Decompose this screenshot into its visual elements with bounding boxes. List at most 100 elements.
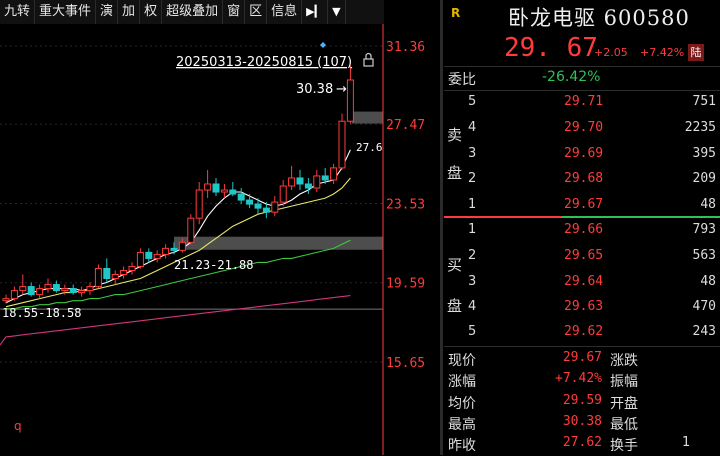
quote-label: 开盘 (610, 396, 638, 412)
candle-body (296, 177, 304, 185)
candle-body (86, 286, 94, 292)
weibi-value: -26.42% (542, 69, 601, 85)
date-range-label[interactable]: 20250313-20250815 (107) (176, 55, 352, 70)
sell-level-4[interactable]: 4 29.70 2235 (444, 120, 720, 142)
y-tick-label: 27.47 (386, 118, 425, 133)
candle-body (271, 201, 279, 213)
quote-value: 1 (682, 435, 691, 450)
buy-level-5[interactable]: 5 29.62 243 (444, 324, 720, 346)
order-volume: 563 (692, 248, 716, 263)
candle-body (27, 286, 35, 296)
level-number: 4 (468, 120, 477, 135)
quote-label: 最低 (610, 417, 638, 433)
order-volume: 48 (700, 197, 716, 212)
toolbar-add-button[interactable]: 加 (118, 0, 141, 24)
low-zone-label: 18.55-18.58 (2, 306, 81, 320)
order-price: 29.71 (564, 94, 604, 109)
next-icon[interactable]: ▶▎ (302, 0, 329, 24)
quote-label: 最高 (448, 417, 476, 433)
quote-label: 涨跌 (610, 353, 638, 369)
order-price: 29.67 (564, 197, 604, 212)
level-number: 1 (468, 222, 477, 237)
order-price: 29.63 (564, 299, 604, 314)
candle-body (52, 284, 60, 292)
quote-value: 30.38 (562, 414, 602, 429)
candle-body (69, 288, 77, 294)
buy-level-4[interactable]: 4 29.63 470 (444, 299, 720, 321)
candle-body (103, 267, 111, 280)
candle-body (304, 183, 312, 189)
toolbar-adjust-button[interactable]: 权 (140, 0, 163, 24)
dropdown-icon[interactable]: ▼ (328, 0, 346, 24)
candle-body (279, 185, 287, 203)
resistance-zone (352, 111, 383, 124)
candle-body (262, 207, 270, 213)
toolbar-jiuzhuan-button[interactable]: 九转 (0, 0, 36, 24)
y-tick-label: 19.59 (386, 277, 425, 292)
weibi-label: 委比 (448, 72, 476, 88)
candle-body (36, 288, 44, 296)
stock-name: 卧龙电驱 600580 (508, 6, 690, 30)
buy-level-3[interactable]: 3 29.64 48 (444, 274, 720, 296)
candlestick-chart[interactable]: 31.36 27.47 23.53 19.59 15.65 20250313-20250… (0, 24, 440, 455)
candle-body (120, 269, 128, 276)
market-badge[interactable]: 陆 (688, 44, 704, 61)
y-tick-label: 15.65 (386, 356, 425, 371)
y-tick-label: 23.53 (386, 197, 425, 212)
quote-row-high: 最高 30.38 最低 (444, 414, 720, 435)
candle-body (44, 284, 52, 290)
right-zone-label: 27.6 (356, 141, 383, 154)
support-zone (174, 236, 383, 250)
order-price: 29.70 (564, 120, 604, 135)
order-price: 29.64 (564, 274, 604, 289)
candle-body (19, 286, 27, 292)
order-volume: 395 (692, 146, 716, 161)
candle-body (136, 251, 144, 267)
divider (444, 346, 720, 347)
chart-toolbar: 九转 重大事件 演 加 权 超级叠加 窗 区 信息 ▶▎ ▼ (0, 0, 384, 24)
price-change-percent: +7.42% (640, 46, 685, 59)
quote-label: 振幅 (610, 374, 638, 390)
divider (444, 66, 720, 67)
candle-body (162, 247, 170, 255)
candle-body (187, 217, 195, 243)
lock-icon[interactable] (363, 52, 374, 67)
quote-value: 29.67 (562, 350, 602, 365)
ma-line-ma5 (5, 149, 351, 304)
divider (444, 90, 720, 91)
candle-body (346, 79, 354, 122)
toolbar-replay-button[interactable]: 演 (96, 0, 119, 24)
level-number: 5 (468, 94, 477, 109)
toolbar-super-overlay-button[interactable]: 超级叠加 (162, 0, 224, 24)
candle-body (178, 241, 186, 251)
sell-level-5[interactable]: 5 29.71 751 (444, 94, 720, 116)
toolbar-major-events-button[interactable]: 重大事件 (35, 0, 97, 24)
toolbar-window-button[interactable]: 窗 (223, 0, 246, 24)
order-price: 29.69 (564, 146, 604, 161)
sell-level-3[interactable]: 3 29.69 395 (444, 146, 720, 168)
candle-body (145, 251, 153, 259)
panel-divider (440, 0, 443, 455)
high-price-label: 30.38 (296, 82, 333, 97)
current-price: 29. 67 (504, 33, 598, 63)
toolbar-range-button[interactable]: 区 (245, 0, 268, 24)
candle-body (338, 120, 346, 169)
sell-level-2[interactable]: 2 29.68 209 (444, 171, 720, 193)
order-volume: 243 (692, 324, 716, 339)
level-number: 3 (468, 274, 477, 289)
buy-level-1[interactable]: 1 29.66 793 (444, 222, 720, 244)
level-number: 2 (468, 248, 477, 263)
candle-body (111, 274, 119, 280)
quote-label: 昨收 (448, 438, 476, 454)
candle-body (170, 247, 178, 251)
candle-body (321, 175, 329, 181)
toolbar-info-button[interactable]: 信息 (267, 0, 303, 24)
stock-header: R 卧龙电驱 600580 29. 67 +2.05 +7.42% 陆 (444, 0, 720, 66)
candle-body (229, 189, 237, 195)
candle-body (212, 183, 220, 193)
buy-level-2[interactable]: 2 29.65 563 (444, 248, 720, 270)
quote-value: +7.42% (555, 371, 602, 386)
candle-body (128, 265, 136, 271)
quote-label: 涨幅 (448, 374, 476, 390)
level-number: 3 (468, 146, 477, 161)
